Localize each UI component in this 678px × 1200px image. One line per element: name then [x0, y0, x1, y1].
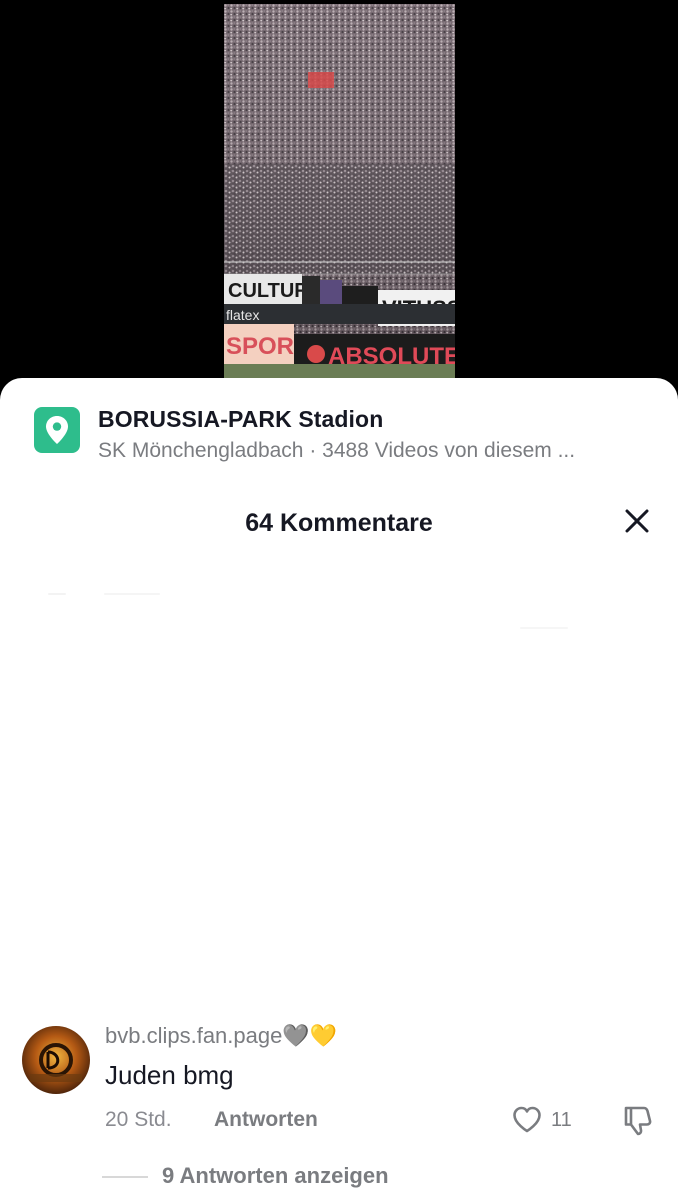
ad-flatex: flatex: [226, 307, 259, 323]
comment-text: Juden bmg: [105, 1060, 234, 1090]
comment-username[interactable]: bvb.clips.fan.page🩶💛: [105, 1023, 337, 1049]
thumbs-down-icon: [624, 1106, 652, 1136]
video-frame: CULTURA VITUSS flatex SPORT ABSOLUTE: [224, 4, 455, 394]
location-title: BORUSSIA-PARK Stadion: [98, 406, 384, 432]
loading-placeholder: [520, 627, 568, 629]
location-row[interactable]: BORUSSIA-PARK Stadion SK Mönchengladbach…: [34, 406, 654, 466]
close-button[interactable]: [620, 504, 654, 538]
replies-divider: [102, 1176, 148, 1178]
dislike-button[interactable]: [620, 1104, 654, 1138]
avatar-image: [22, 1026, 90, 1094]
close-icon: [625, 509, 649, 533]
location-pin-icon: [46, 416, 68, 444]
reply-button[interactable]: Antworten: [214, 1107, 318, 1133]
comment-item: bvb.clips.fan.page🩶💛 Juden bmg 20 Std. A…: [0, 1023, 678, 1198]
location-pin-badge: [34, 407, 80, 453]
screen: CULTURA VITUSS flatex SPORT ABSOLUTE: [0, 0, 678, 1200]
like-button[interactable]: [511, 1104, 543, 1136]
comments-count-title: 64 Kommentare: [245, 509, 433, 537]
loading-placeholder: [48, 593, 66, 595]
comments-sheet: BORUSSIA-PARK Stadion SK Mönchengladbach…: [0, 378, 678, 1200]
location-subtitle: SK Mönchengladbach · 3488 Videos von die…: [98, 439, 576, 462]
avatar[interactable]: [22, 1026, 90, 1094]
loading-placeholder: [104, 593, 160, 595]
comment-timestamp: 20 Std.: [105, 1108, 172, 1131]
like-count: 11: [551, 1109, 572, 1131]
location-text: BORUSSIA-PARK Stadion SK Mönchengladbach…: [98, 406, 648, 464]
video-player[interactable]: CULTURA VITUSS flatex SPORT ABSOLUTE: [224, 4, 455, 394]
view-replies-button[interactable]: 9 Antworten anzeigen: [162, 1163, 389, 1189]
heart-icon: [513, 1106, 541, 1133]
